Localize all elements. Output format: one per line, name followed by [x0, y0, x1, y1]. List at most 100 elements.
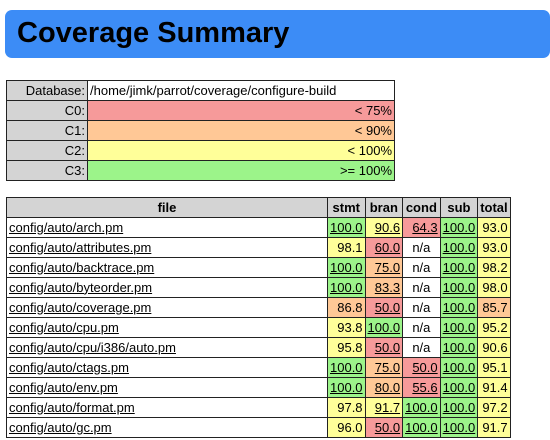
sub-cell[interactable]: 100.0	[439, 417, 479, 438]
table-row: config/auto/ctags.pm 100.0 75.0 50.0 100.0 95…	[6, 357, 511, 378]
file-link[interactable]: config/auto/byteorder.pm	[9, 280, 152, 295]
table-row: config/auto/format.pm 97.8 91.7 100.0 100.0 9…	[6, 397, 511, 418]
cond-cell: n/a	[402, 297, 441, 318]
column-header-bran: bran	[364, 197, 404, 218]
stmt-cell[interactable]: 100.0	[327, 217, 366, 238]
sub-cell[interactable]: 100.0	[439, 217, 479, 238]
total-cell: 98.0	[477, 277, 511, 298]
cond-cell: n/a	[402, 257, 441, 278]
legend-threshold: < 90%	[87, 120, 395, 141]
stmt-cell: 95.8	[327, 337, 366, 358]
table-row: config/auto/cpu/i386/auto.pm 95.8 50.0 n/a 1…	[6, 337, 511, 358]
cond-cell: n/a	[402, 337, 441, 358]
total-cell: 85.7	[477, 297, 511, 318]
file-link[interactable]: config/auto/env.pm	[9, 380, 118, 395]
stmt-cell[interactable]: 100.0	[327, 357, 366, 378]
file-cell: config/auto/ctags.pm	[6, 357, 328, 378]
stmt-cell: 86.8	[327, 297, 366, 318]
cond-cell[interactable]: 64.3	[402, 217, 441, 238]
bran-cell[interactable]: 50.0	[364, 297, 404, 318]
table-row: config/auto/byteorder.pm 100.0 83.3 n/a 100.…	[6, 277, 511, 298]
stmt-cell: 97.8	[327, 397, 366, 418]
sub-cell[interactable]: 100.0	[439, 337, 479, 358]
file-cell: config/auto/cpu.pm	[6, 317, 328, 338]
page-title: Coverage Summary	[17, 17, 290, 49]
table-row: config/auto/backtrace.pm 100.0 75.0 n/a 100.…	[6, 257, 511, 278]
total-cell: 91.4	[477, 377, 511, 398]
cond-cell[interactable]: 55.6	[402, 377, 441, 398]
bran-cell[interactable]: 50.0	[364, 337, 404, 358]
legend-label: C1:	[6, 120, 88, 141]
legend-threshold: < 100%	[87, 140, 395, 161]
cond-cell[interactable]: 100.0	[402, 417, 441, 438]
sub-cell[interactable]: 100.0	[439, 277, 479, 298]
column-header-file: file	[6, 197, 328, 218]
sub-cell[interactable]: 100.0	[439, 237, 479, 258]
total-cell: 90.6	[477, 337, 511, 358]
bran-cell[interactable]: 50.0	[364, 417, 404, 438]
file-link[interactable]: config/auto/coverage.pm	[9, 300, 151, 315]
coverage-header-row: file stmt bran cond sub total	[6, 197, 511, 218]
database-row: Database: /home/jimk/parrot/coverage/con…	[6, 80, 395, 101]
stmt-cell[interactable]: 100.0	[327, 257, 366, 278]
legend-label: C2:	[6, 140, 88, 161]
legend-label: C0:	[6, 100, 88, 121]
column-header-sub: sub	[439, 197, 479, 218]
column-header-cond: cond	[402, 197, 441, 218]
database-label: Database:	[6, 80, 88, 101]
bran-cell[interactable]: 83.3	[364, 277, 404, 298]
file-link[interactable]: config/auto/gc.pm	[9, 420, 112, 435]
file-link[interactable]: config/auto/backtrace.pm	[9, 260, 154, 275]
table-row: config/auto/cpu.pm 93.8 100.0 n/a 100.0 95.2	[6, 317, 511, 338]
legend-threshold: < 75%	[87, 100, 395, 121]
legend-row-c3: C3: >= 100%	[6, 160, 395, 181]
cond-cell[interactable]: 100.0	[402, 397, 441, 418]
stmt-cell[interactable]: 100.0	[327, 277, 366, 298]
bran-cell[interactable]: 91.7	[364, 397, 404, 418]
total-cell: 98.2	[477, 257, 511, 278]
table-row: config/auto/arch.pm 100.0 90.6 64.3 100.0 93.…	[6, 217, 511, 238]
sub-cell[interactable]: 100.0	[439, 377, 479, 398]
file-link[interactable]: config/auto/arch.pm	[9, 220, 123, 235]
file-link[interactable]: config/auto/format.pm	[9, 400, 135, 415]
table-row: config/auto/attributes.pm 98.1 60.0 n/a 100.…	[6, 237, 511, 258]
file-link[interactable]: config/auto/ctags.pm	[9, 360, 129, 375]
legend-row-c0: C0: < 75%	[6, 100, 395, 121]
file-cell: config/auto/coverage.pm	[6, 297, 328, 318]
bran-cell[interactable]: 80.0	[364, 377, 404, 398]
total-cell: 93.0	[477, 237, 511, 258]
sub-cell[interactable]: 100.0	[439, 357, 479, 378]
cond-cell: n/a	[402, 237, 441, 258]
cond-cell[interactable]: 50.0	[402, 357, 441, 378]
legend-row-c1: C1: < 90%	[6, 120, 395, 141]
database-path: /home/jimk/parrot/coverage/configure-bui…	[87, 80, 395, 101]
sub-cell[interactable]: 100.0	[439, 397, 479, 418]
bran-cell[interactable]: 90.6	[364, 217, 404, 238]
cond-cell: n/a	[402, 317, 441, 338]
title-banner: Coverage Summary	[5, 10, 550, 58]
legend-table: Database: /home/jimk/parrot/coverage/con…	[6, 80, 395, 181]
table-row: config/auto/gc.pm 96.0 50.0 100.0 100.0 91.7	[6, 417, 511, 438]
legend-threshold: >= 100%	[87, 160, 395, 181]
table-row: config/auto/coverage.pm 86.8 50.0 n/a 100.0 8…	[6, 297, 511, 318]
stmt-cell: 93.8	[327, 317, 366, 338]
coverage-table: file stmt bran cond sub total config/auto/arc…	[6, 197, 511, 438]
stmt-cell: 96.0	[327, 417, 366, 438]
file-link[interactable]: config/auto/attributes.pm	[9, 240, 151, 255]
bran-cell[interactable]: 75.0	[364, 257, 404, 278]
sub-cell[interactable]: 100.0	[439, 297, 479, 318]
file-link[interactable]: config/auto/cpu/i386/auto.pm	[9, 340, 176, 355]
sub-cell[interactable]: 100.0	[439, 317, 479, 338]
file-cell: config/auto/byteorder.pm	[6, 277, 328, 298]
stmt-cell[interactable]: 100.0	[327, 377, 366, 398]
total-cell: 91.7	[477, 417, 511, 438]
bran-cell[interactable]: 75.0	[364, 357, 404, 378]
file-link[interactable]: config/auto/cpu.pm	[9, 320, 119, 335]
sub-cell[interactable]: 100.0	[439, 257, 479, 278]
file-cell: config/auto/backtrace.pm	[6, 257, 328, 278]
file-cell: config/auto/cpu/i386/auto.pm	[6, 337, 328, 358]
file-cell: config/auto/attributes.pm	[6, 237, 328, 258]
bran-cell[interactable]: 60.0	[364, 237, 404, 258]
file-cell: config/auto/env.pm	[6, 377, 328, 398]
bran-cell[interactable]: 100.0	[364, 317, 404, 338]
